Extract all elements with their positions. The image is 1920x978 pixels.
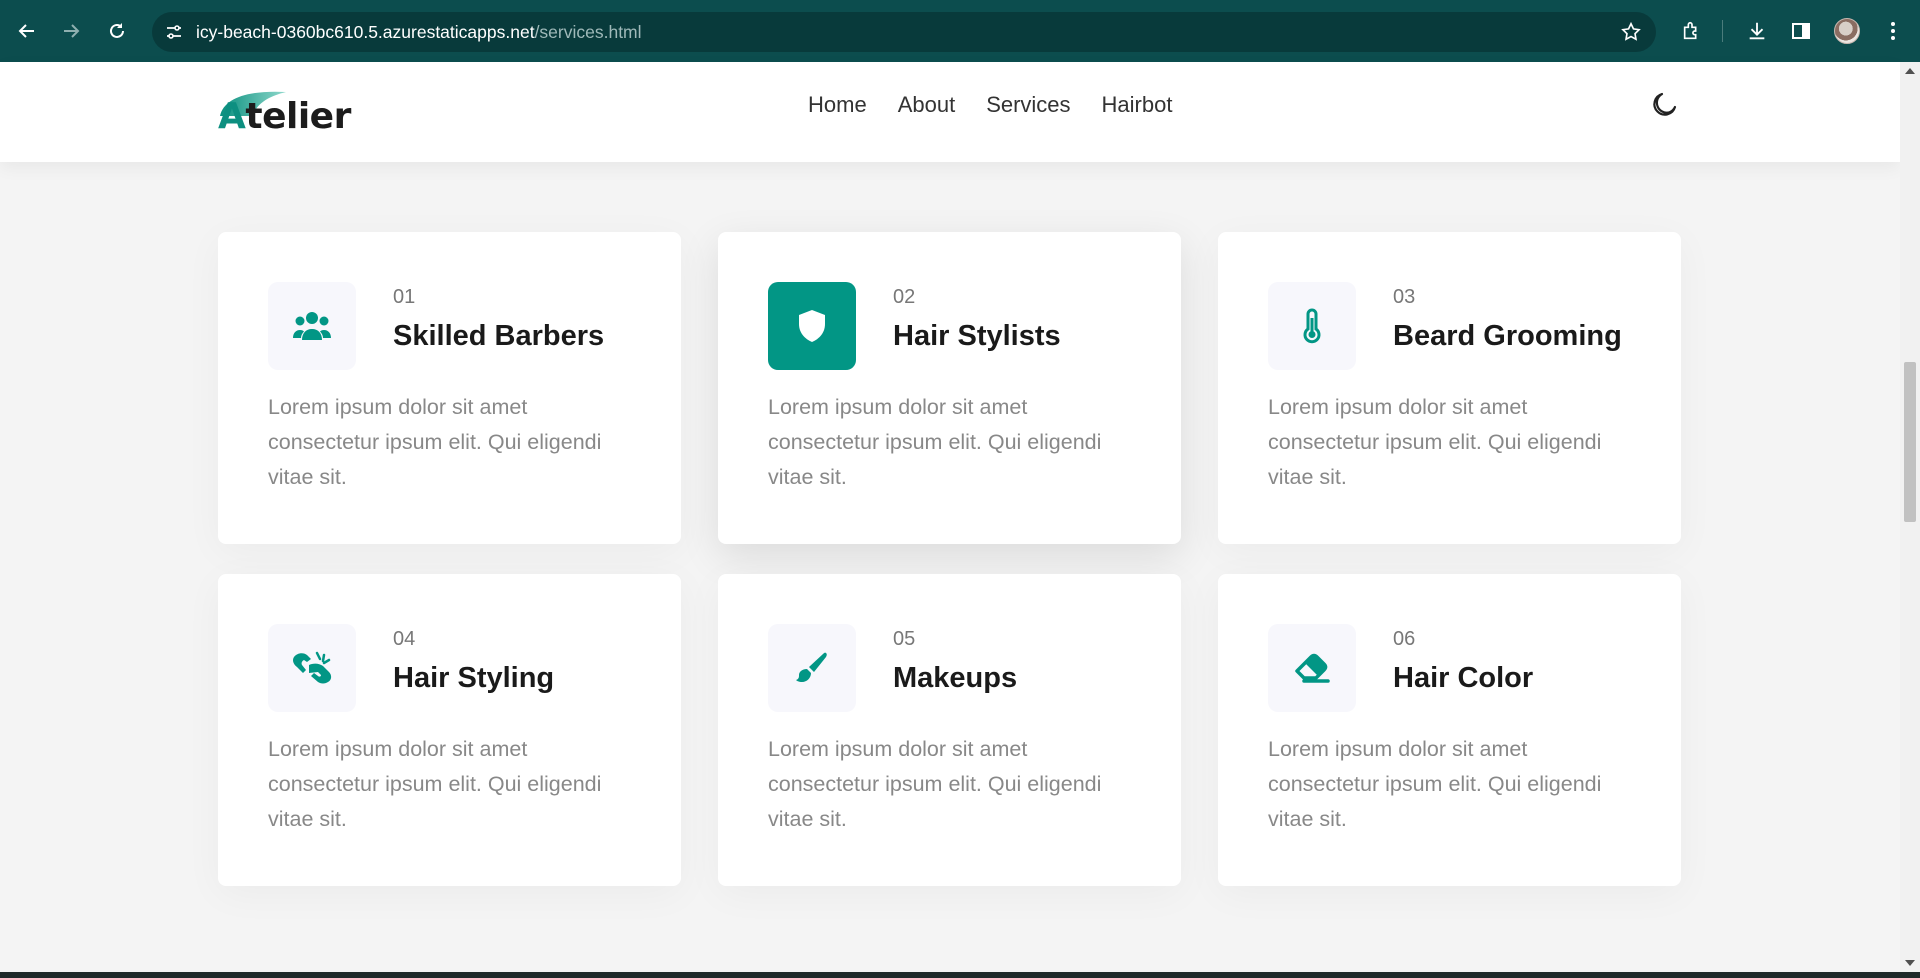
service-title: Skilled Barbers (393, 320, 605, 352)
shield-icon (799, 310, 825, 342)
service-title: Makeups (893, 662, 1018, 694)
service-icon-box (268, 282, 356, 370)
atelier-logo[interactable]: Atelier (218, 76, 351, 137)
url-host: icy-beach-0360bc610.5.azurestaticapps.ne… (196, 21, 535, 42)
logo-accent-letter: A (218, 96, 246, 137)
service-title: Beard Grooming (1393, 320, 1622, 352)
main-nav: Home About Services Hairbot (808, 92, 1172, 118)
service-description: Lorem ipsum dolor sit amet consectetur i… (1268, 395, 1602, 489)
back-icon[interactable] (12, 16, 42, 46)
browser-toolbar: icy-beach-0360bc610.5.azurestaticapps.ne… (0, 0, 1920, 62)
scroll-up-arrow-icon[interactable] (1905, 68, 1915, 74)
service-card[interactable]: 02 Hair Stylists Lorem ipsum dolor sit a… (718, 232, 1181, 544)
download-icon[interactable] (1742, 16, 1772, 46)
toolbar-divider (1722, 20, 1723, 42)
sign-language-icon (293, 651, 332, 684)
service-card[interactable]: 03 Beard Grooming Lorem ipsum dolor sit … (1218, 232, 1681, 544)
service-card[interactable]: 06 Hair Color Lorem ipsum dolor sit amet… (1218, 574, 1681, 886)
nav-hairbot[interactable]: Hairbot (1102, 92, 1173, 118)
extensions-icon[interactable] (1677, 16, 1707, 46)
users-icon (293, 312, 331, 340)
logo-rest: telier (245, 96, 351, 137)
nav-about[interactable]: About (898, 92, 956, 118)
service-icon-box (1268, 624, 1356, 712)
site-info-icon[interactable] (164, 22, 184, 42)
reload-icon[interactable] (102, 16, 132, 46)
thermometer-icon (1303, 308, 1321, 344)
taskbar-edge (0, 972, 1920, 978)
service-description: Lorem ipsum dolor sit amet consectetur i… (268, 737, 602, 831)
profile-avatar[interactable] (1834, 18, 1860, 44)
eraser-icon (1295, 653, 1330, 683)
service-number: 04 (393, 628, 416, 650)
nav-services[interactable]: Services (986, 92, 1070, 118)
nav-home[interactable]: Home (808, 92, 867, 118)
service-number: 05 (893, 628, 916, 650)
service-card[interactable]: 01 Skilled Barbers Lorem ipsum dolor sit… (218, 232, 681, 544)
paint-brush-icon (796, 652, 827, 682)
url-text: icy-beach-0360bc610.5.azurestaticapps.ne… (196, 22, 642, 43)
service-number: 06 (1393, 628, 1416, 650)
service-title: Hair Styling (393, 662, 555, 694)
service-icon-box (268, 624, 356, 712)
more-menu-icon[interactable] (1878, 16, 1908, 46)
service-description: Lorem ipsum dolor sit amet consectetur i… (1268, 737, 1602, 831)
service-icon-box (1268, 282, 1356, 370)
url-path: /services.html (534, 21, 642, 42)
service-number: 03 (1393, 286, 1416, 308)
forward-icon[interactable] (56, 16, 86, 46)
service-title: Hair Stylists (893, 320, 1061, 352)
address-bar[interactable]: icy-beach-0360bc610.5.azurestaticapps.ne… (152, 12, 1656, 52)
moon-icon[interactable] (1649, 90, 1679, 120)
service-icon-box (768, 282, 856, 370)
service-number: 02 (893, 286, 916, 308)
page-scrollbar[interactable] (1900, 62, 1920, 972)
service-card[interactable]: 04 Hair Styling Lorem ipsum dolor sit am… (218, 574, 681, 886)
site-header: Atelier Home About Services Hairbot (0, 62, 1900, 162)
service-icon-box (768, 624, 856, 712)
bookmark-star-icon[interactable] (1620, 21, 1642, 43)
service-description: Lorem ipsum dolor sit amet consectetur i… (768, 395, 1102, 489)
service-description: Lorem ipsum dolor sit amet consectetur i… (768, 737, 1102, 831)
logo-wordmark: Atelier (218, 96, 351, 137)
service-card[interactable]: 05 Makeups Lorem ipsum dolor sit amet co… (718, 574, 1181, 886)
sidebar-icon[interactable] (1786, 16, 1816, 46)
service-number: 01 (393, 286, 416, 308)
scrollbar-thumb[interactable] (1904, 362, 1916, 522)
service-title: Hair Color (1393, 662, 1534, 694)
scroll-down-arrow-icon[interactable] (1905, 960, 1915, 966)
service-description: Lorem ipsum dolor sit amet consectetur i… (268, 395, 602, 489)
